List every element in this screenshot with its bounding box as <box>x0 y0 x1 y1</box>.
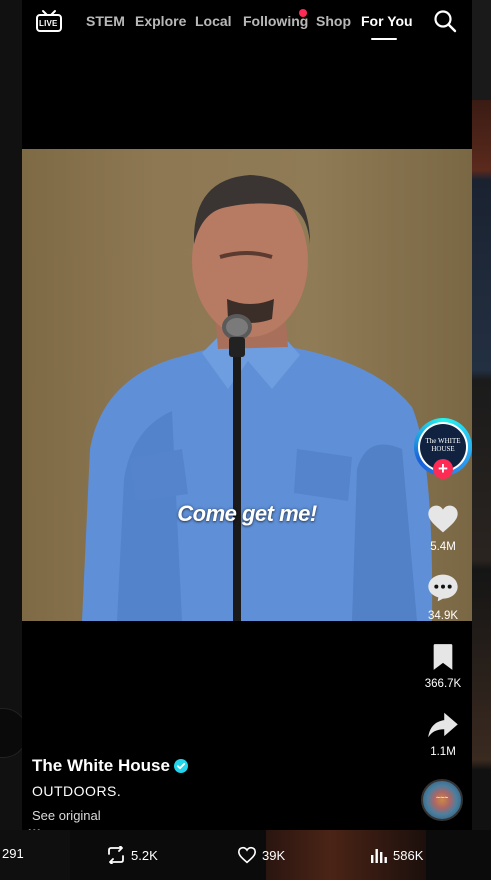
search-button[interactable] <box>433 9 457 33</box>
author-name[interactable]: The White House <box>32 756 170 776</box>
tab-explore[interactable]: Explore <box>135 13 186 29</box>
follow-plus-icon[interactable]: + <box>433 459 453 479</box>
repost-count: 5.2K <box>131 848 158 863</box>
views-count: 586K <box>393 848 424 863</box>
share-button[interactable]: 1.1M <box>413 711 473 758</box>
views-stat[interactable]: 586K <box>370 846 423 864</box>
share-arrow-icon <box>428 712 458 738</box>
like-stat[interactable]: 39K <box>237 846 285 864</box>
tab-for-you[interactable]: For You <box>361 13 413 29</box>
creator-avatar-button[interactable]: The WHITE HOUSE + <box>414 418 472 479</box>
verified-badge-icon <box>174 759 188 773</box>
music-disc-thumbnail[interactable]: ~~~ <box>421 779 463 821</box>
like-button[interactable]: 5.4M <box>413 504 473 553</box>
video-player[interactable]: Come get me! <box>22 149 472 621</box>
tab-shop[interactable]: Shop <box>316 13 351 29</box>
music-disc-art: ~~~ <box>435 795 449 802</box>
heart-outline-icon <box>237 846 257 864</box>
bookmark-icon <box>433 644 453 670</box>
left-stat-count: 291 <box>2 846 24 861</box>
save-count: 366.7K <box>424 678 462 690</box>
top-navigation: LIVE STEM Explore Local Following Shop F… <box>0 0 491 50</box>
following-notification-dot <box>299 9 307 17</box>
repost-icon <box>108 844 124 866</box>
adjacent-video-column-right <box>472 0 491 880</box>
see-original-link[interactable]: See original <box>32 808 101 823</box>
tab-local[interactable]: Local <box>195 13 232 29</box>
save-button[interactable]: 366.7K <box>413 643 473 690</box>
live-label: LIVE <box>39 19 58 28</box>
post-description: OUTDOORS. <box>32 783 122 799</box>
tab-following[interactable]: Following <box>243 13 308 29</box>
live-button[interactable]: LIVE <box>34 9 64 33</box>
like-count: 5.4M <box>430 541 456 553</box>
video-frame-image <box>82 175 433 621</box>
comment-button[interactable]: 34.9K <box>413 573 473 622</box>
video-caption-overlay: Come get me! <box>177 501 317 526</box>
search-icon <box>434 10 457 33</box>
repost-stat[interactable]: 5.2K <box>106 844 158 866</box>
heart-icon <box>428 505 458 533</box>
like-stat-count: 39K <box>262 848 286 863</box>
share-count: 1.1M <box>430 746 456 758</box>
active-tab-indicator <box>371 38 397 40</box>
tab-stem[interactable]: STEM <box>86 13 125 29</box>
comment-count: 34.9K <box>427 610 459 622</box>
bar-chart-icon <box>371 849 387 863</box>
comment-icon <box>428 574 458 602</box>
